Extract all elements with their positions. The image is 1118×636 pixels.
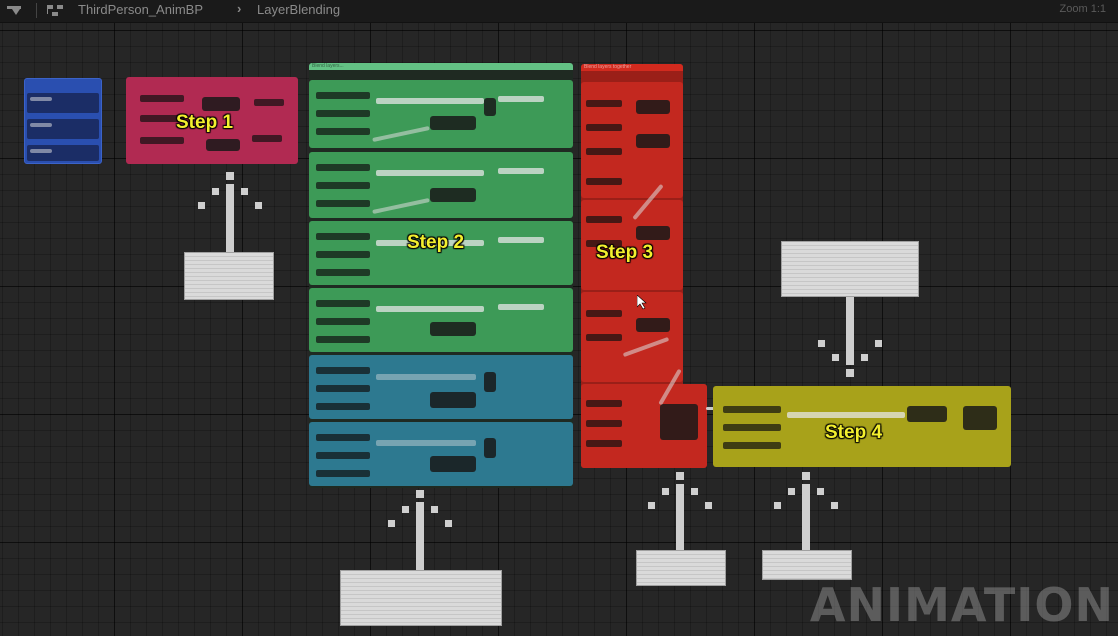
dropdown-arrow-icon[interactable] (6, 2, 24, 18)
graph-breadcrumb-bar: ThirdPerson_AnimBP › LayerBlending Zoom … (0, 0, 1118, 23)
step4-label: Step 4 (825, 422, 883, 443)
step1-label: Step 1 (176, 112, 234, 133)
graph-icon (47, 5, 63, 16)
toolbar-separator (36, 3, 37, 18)
step2-label: Step 2 (407, 232, 465, 253)
watermark: ANIMATION (809, 578, 1114, 632)
step3-comment-title: Blend layers together (581, 64, 683, 71)
note-step1 (184, 252, 274, 300)
note-step4-top (781, 241, 919, 297)
arrow-up-icon (388, 490, 452, 570)
note-step4-bottom (762, 550, 852, 580)
breadcrumb-graph[interactable]: LayerBlending (257, 2, 340, 17)
arrow-up-icon (198, 172, 262, 252)
mouse-cursor-icon (637, 295, 647, 310)
zoom-level: Zoom 1:1 (1059, 3, 1106, 15)
note-step3 (636, 550, 726, 586)
arrow-up-icon (774, 472, 838, 550)
arrow-up-icon (648, 472, 712, 550)
arrow-down-icon (818, 297, 882, 377)
step3-label: Step 3 (596, 242, 654, 263)
step2-comment-title: Blend layers... (309, 63, 573, 70)
breadcrumb-blueprint[interactable]: ThirdPerson_AnimBP (78, 2, 203, 17)
inputs-comment-box[interactable] (24, 78, 102, 164)
breadcrumb-separator: › (237, 1, 242, 16)
note-step2 (340, 570, 502, 626)
